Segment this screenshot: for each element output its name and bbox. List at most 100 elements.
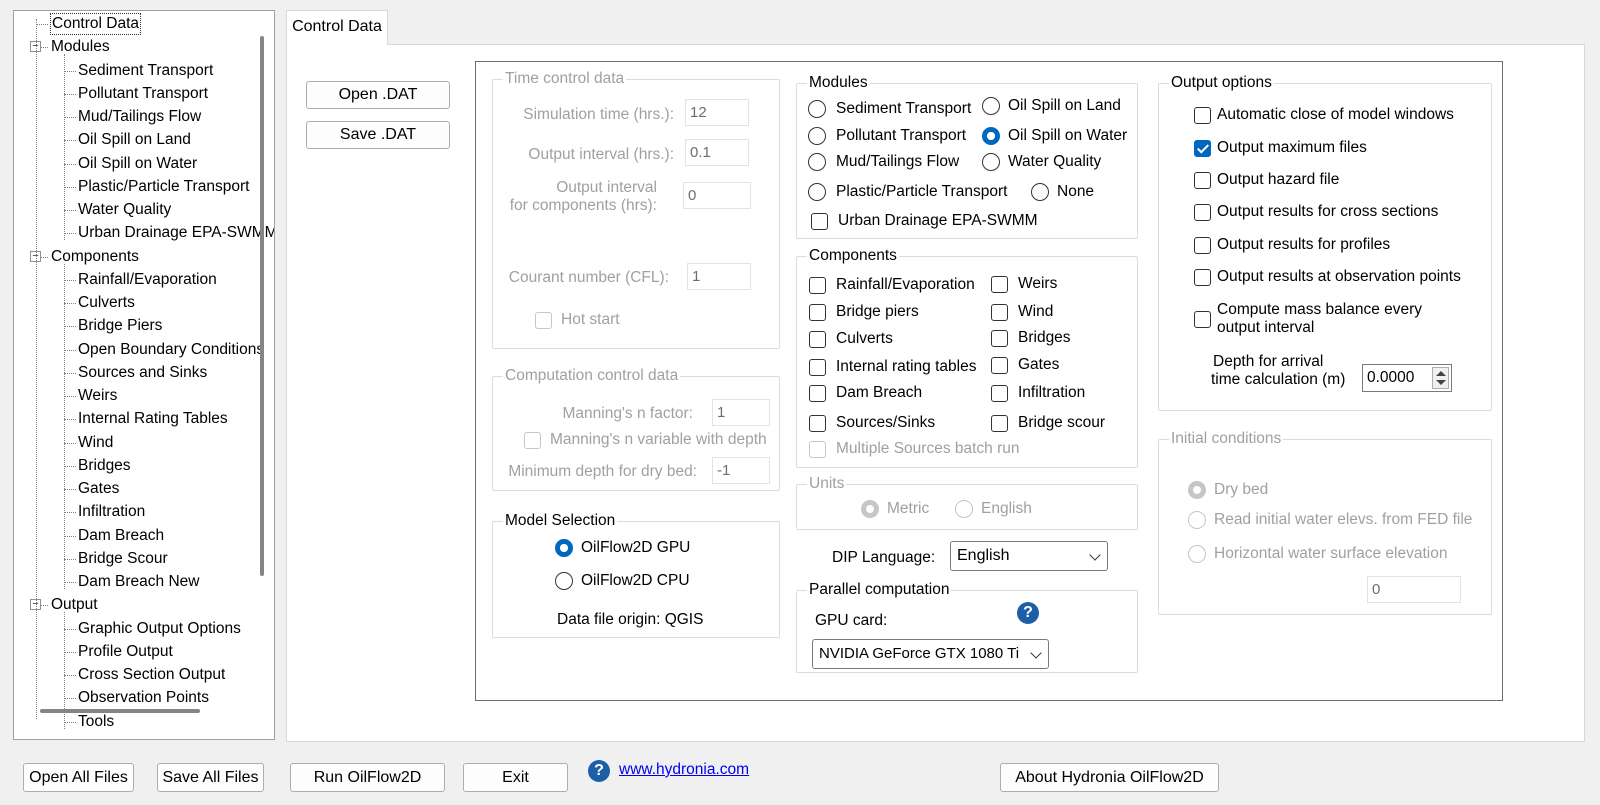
run-oilflow2d-button[interactable]: Run OilFlow2D	[290, 763, 445, 792]
dry-bed-radio[interactable]	[1188, 481, 1206, 499]
tree-item-dam-breach[interactable]: Dam Breach	[77, 525, 165, 547]
english-units-radio[interactable]	[955, 500, 973, 518]
spin-up-icon[interactable]	[1436, 371, 1446, 376]
tree-item-modules[interactable]: Modules	[50, 36, 111, 58]
tree-item-internal-rating-tables[interactable]: Internal Rating Tables	[77, 408, 229, 430]
gates-checkbox[interactable]	[991, 357, 1008, 374]
tree-item-open-boundary-conditions[interactable]: Open Boundary Conditions	[77, 339, 265, 361]
tree-item-urban-drainage-epa-swmm[interactable]: Urban Drainage EPA-SWMM	[77, 222, 274, 244]
navigation-tree[interactable]: − − − Control Data Modules Sediment Transpor…	[13, 10, 275, 740]
tree-item-control-data[interactable]: Control Data	[50, 13, 142, 35]
tree-item-water-quality[interactable]: Water Quality	[77, 199, 172, 221]
gpu-card-select[interactable]: NVIDIA GeForce GTX 1080 Ti	[812, 639, 1049, 669]
output-profiles-checkbox[interactable]	[1194, 237, 1211, 254]
rainfall-evaporation-checkbox[interactable]	[809, 277, 826, 294]
mass-balance-checkbox[interactable]	[1194, 311, 1211, 328]
tree-item-oil-spill-on-water[interactable]: Oil Spill on Water	[77, 153, 198, 175]
oilflow2d-cpu-radio[interactable]	[555, 572, 573, 590]
hot-start-checkbox[interactable]	[535, 312, 552, 329]
pollutant-transport-radio[interactable]	[808, 127, 826, 145]
tree-item-sediment-transport[interactable]: Sediment Transport	[77, 60, 214, 82]
arrival-depth-input[interactable]: 0.0000	[1362, 364, 1452, 392]
output-hazard-checkbox[interactable]	[1194, 172, 1211, 189]
tree-item-plastic-particle-transport[interactable]: Plastic/Particle Transport	[77, 176, 250, 198]
culverts-checkbox[interactable]	[809, 331, 826, 348]
output-interval-input[interactable]: 0.1	[685, 139, 749, 166]
save-dat-button[interactable]: Save .DAT	[306, 121, 450, 149]
tree-item-bridge-piers[interactable]: Bridge Piers	[77, 315, 163, 337]
tree-item-pollutant-transport[interactable]: Pollutant Transport	[77, 83, 209, 105]
open-dat-button[interactable]: Open .DAT	[306, 81, 450, 109]
help-icon[interactable]: ?	[588, 760, 610, 782]
weirs-checkbox[interactable]	[991, 276, 1008, 293]
oil-spill-land-radio[interactable]	[982, 97, 1000, 115]
bridges-checkbox[interactable]	[991, 330, 1008, 347]
help-icon[interactable]: ?	[1017, 602, 1039, 624]
simulation-time-input[interactable]: 12	[685, 99, 749, 126]
tree-item-infiltration[interactable]: Infiltration	[77, 501, 146, 523]
internal-rating-tables-checkbox[interactable]	[809, 359, 826, 376]
arrival-depth-spinner[interactable]	[1432, 367, 1449, 389]
exit-button[interactable]: Exit	[463, 763, 568, 792]
tree-item-oil-spill-on-land[interactable]: Oil Spill on Land	[77, 129, 192, 151]
save-all-files-button[interactable]: Save All Files	[157, 763, 264, 792]
tree-item-sources-and-sinks[interactable]: Sources and Sinks	[77, 362, 208, 384]
tree-item-profile-output[interactable]: Profile Output	[77, 641, 174, 663]
urban-drainage-checkbox[interactable]	[811, 213, 828, 230]
mannings-variable-checkbox[interactable]	[524, 432, 541, 449]
multiple-sources-batch-checkbox[interactable]	[809, 441, 826, 458]
tree-connector	[64, 93, 76, 95]
courant-number-input[interactable]: 1	[687, 263, 751, 290]
horizontal-surface-input[interactable]: 0	[1367, 576, 1461, 603]
dam-breach-checkbox[interactable]	[809, 385, 826, 402]
metric-radio[interactable]	[861, 500, 879, 518]
tree-item-gates[interactable]: Gates	[77, 478, 120, 500]
tree-item-mud-tailings-flow[interactable]: Mud/Tailings Flow	[77, 106, 202, 128]
plastic-particle-radio[interactable]	[808, 183, 826, 201]
oilflow2d-gpu-radio[interactable]	[555, 539, 573, 557]
tree-item-components[interactable]: Components	[50, 246, 140, 268]
mannings-factor-input[interactable]: 1	[712, 399, 770, 426]
tree-item-wind[interactable]: Wind	[77, 432, 114, 454]
tree-item-output[interactable]: Output	[50, 594, 99, 616]
tree-item-weirs[interactable]: Weirs	[77, 385, 118, 407]
tree-item-tools[interactable]: Tools	[77, 711, 115, 733]
sources-sinks-checkbox[interactable]	[809, 415, 826, 432]
tree-item-rainfall-evaporation[interactable]: Rainfall/Evaporation	[77, 269, 218, 291]
water-quality-radio[interactable]	[982, 153, 1000, 171]
output-max-files-checkbox[interactable]	[1194, 140, 1211, 157]
spin-down-icon[interactable]	[1436, 380, 1446, 385]
auto-close-checkbox[interactable]	[1194, 107, 1211, 124]
oil-spill-water-radio[interactable]	[982, 127, 1000, 145]
tree-item-observation-points[interactable]: Observation Points	[77, 687, 210, 709]
about-button[interactable]: About Hydronia OilFlow2D	[1000, 763, 1219, 792]
tree-item-bridges[interactable]: Bridges	[77, 455, 132, 477]
read-fed-radio[interactable]	[1188, 511, 1206, 529]
tree-item-cross-section-output[interactable]: Cross Section Output	[77, 664, 226, 686]
simulation-time-label: Simulation time (hrs.):	[523, 106, 674, 123]
min-depth-input[interactable]: -1	[712, 457, 770, 484]
tree-vertical-scrollbar[interactable]	[260, 36, 264, 576]
output-interval-components-input[interactable]: 0	[683, 182, 751, 209]
mud-tailings-radio[interactable]	[808, 153, 826, 171]
none-module-radio[interactable]	[1031, 183, 1049, 201]
infiltration-checkbox[interactable]	[991, 385, 1008, 402]
dip-language-select[interactable]: English	[950, 541, 1108, 571]
tree-item-dam-breach-new[interactable]: Dam Breach New	[77, 571, 200, 593]
bridge-scour-checkbox[interactable]	[991, 415, 1008, 432]
bridge-piers-checkbox[interactable]	[809, 304, 826, 321]
open-all-files-button[interactable]: Open All Files	[23, 763, 134, 792]
hydronia-link[interactable]: www.hydronia.com	[619, 760, 749, 780]
wind-checkbox[interactable]	[991, 304, 1008, 321]
tree-item-graphic-output-options[interactable]: Graphic Output Options	[77, 618, 242, 640]
output-observation-points-checkbox[interactable]	[1194, 269, 1211, 286]
tab-control-data[interactable]: Control Data	[286, 10, 388, 45]
output-cross-sections-checkbox[interactable]	[1194, 204, 1211, 221]
tree-horizontal-scrollbar[interactable]	[40, 709, 200, 713]
tree-item-bridge-scour[interactable]: Bridge Scour	[77, 548, 169, 570]
initial-conditions-title: Initial conditions	[1169, 429, 1284, 449]
gates-label: Gates	[1018, 356, 1060, 373]
tree-item-culverts[interactable]: Culverts	[77, 292, 136, 314]
sediment-transport-radio[interactable]	[808, 100, 826, 118]
horizontal-surface-radio[interactable]	[1188, 545, 1206, 563]
